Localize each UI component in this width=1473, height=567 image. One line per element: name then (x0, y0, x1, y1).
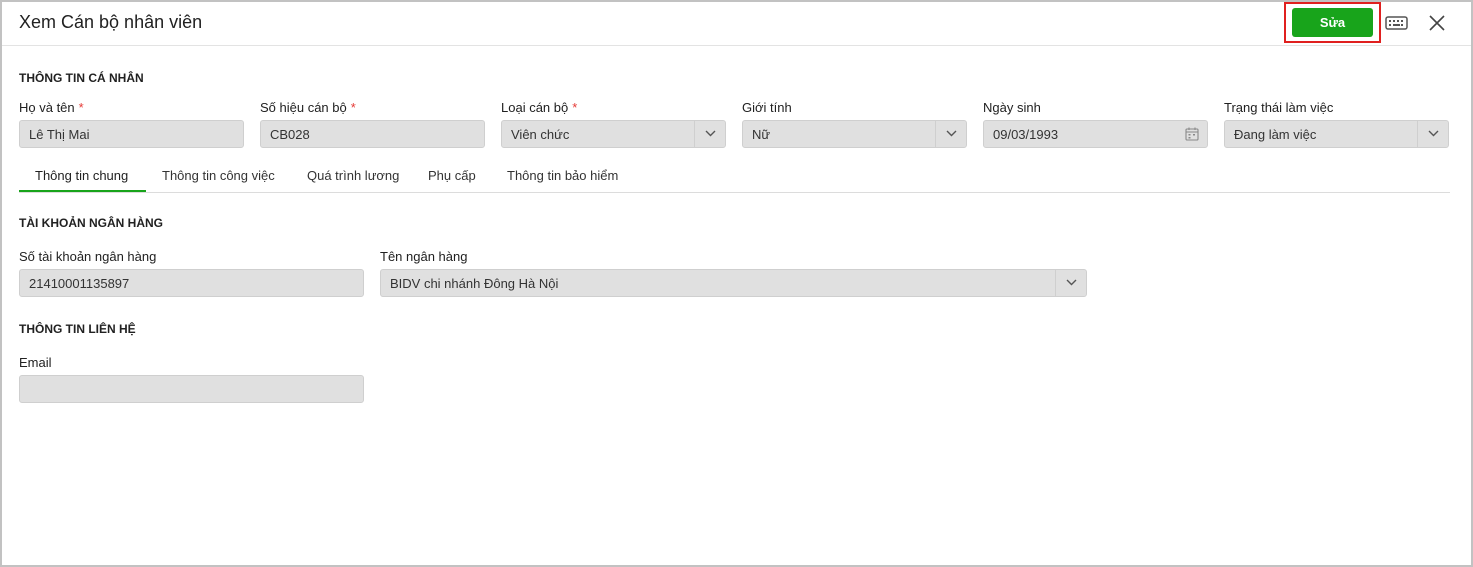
work-status-value: Đang làm việc (1234, 127, 1317, 142)
staff-type-value: Viên chức (511, 127, 570, 142)
tab-general-info[interactable]: Thông tin chung (35, 168, 128, 183)
full-name-label-text: Họ và tên (19, 100, 75, 115)
required-mark: * (350, 100, 356, 115)
email-field[interactable] (19, 375, 364, 403)
required-mark: * (572, 100, 578, 115)
chevron-down-icon[interactable] (935, 121, 966, 147)
birthday-label: Ngày sinh (983, 100, 1041, 115)
bank-name-label: Tên ngân hàng (380, 249, 468, 264)
bank-name-select[interactable]: BIDV chi nhánh Đông Hà Nội (380, 269, 1087, 297)
birthday-field[interactable]: 09/03/1993 (983, 120, 1208, 148)
bank-account-title: TÀI KHOẢN NGÂN HÀNG (19, 216, 163, 230)
birthday-value: 09/03/1993 (993, 127, 1059, 142)
full-name-value: Lê Thị Mai (29, 127, 90, 142)
contact-info-title: THÔNG TIN LIÊN HỆ (19, 322, 136, 336)
tab-bar: Thông tin chung Thông tin công việc Quá … (19, 160, 1450, 193)
personal-info-title: THÔNG TIN CÁ NHÂN (19, 71, 144, 85)
full-name-field[interactable]: Lê Thị Mai (19, 120, 244, 148)
active-tab-indicator (19, 190, 146, 192)
tab-work-info[interactable]: Thông tin công việc (162, 168, 275, 183)
staff-type-label: Loại cán bộ * (501, 100, 577, 115)
work-status-label: Trạng thái làm việc (1224, 100, 1334, 115)
staff-code-label: Số hiệu cán bộ * (260, 100, 356, 115)
tab-allowance[interactable]: Phụ cấp (428, 168, 476, 183)
staff-code-label-text: Số hiệu cán bộ (260, 100, 347, 115)
tab-salary-history[interactable]: Quá trình lương (307, 168, 399, 183)
calendar-icon[interactable] (1185, 127, 1199, 144)
staff-type-select[interactable]: Viên chức (501, 120, 726, 148)
account-number-value: 21410001135897 (29, 276, 130, 291)
gender-label: Giới tính (742, 100, 792, 115)
full-name-label: Họ và tên * (19, 100, 84, 115)
staff-code-value: CB028 (270, 127, 310, 142)
chevron-down-icon[interactable] (1417, 121, 1448, 147)
keyboard-icon[interactable] (1385, 14, 1409, 32)
gender-value: Nữ (752, 127, 771, 142)
staff-type-label-text: Loại cán bộ (501, 100, 569, 115)
work-status-select[interactable]: Đang làm việc (1224, 120, 1449, 148)
bank-name-value: BIDV chi nhánh Đông Hà Nội (390, 276, 559, 291)
dialog-header: Xem Cán bộ nhân viên Sửa (2, 2, 1471, 46)
account-number-label: Số tài khoản ngân hàng (19, 249, 157, 264)
account-number-field[interactable]: 21410001135897 (19, 269, 364, 297)
close-icon[interactable] (1427, 13, 1447, 33)
chevron-down-icon[interactable] (694, 121, 725, 147)
view-employee-dialog: Xem Cán bộ nhân viên Sửa THÔNG TIN CÁ NH… (0, 0, 1473, 567)
edit-button[interactable]: Sửa (1292, 8, 1373, 37)
staff-code-field[interactable]: CB028 (260, 120, 485, 148)
chevron-down-icon[interactable] (1055, 270, 1086, 296)
dialog-title: Xem Cán bộ nhân viên (19, 12, 203, 32)
email-label: Email (19, 355, 52, 370)
required-mark: * (78, 100, 84, 115)
gender-select[interactable]: Nữ (742, 120, 967, 148)
tab-insurance-info[interactable]: Thông tin bảo hiểm (507, 168, 618, 183)
